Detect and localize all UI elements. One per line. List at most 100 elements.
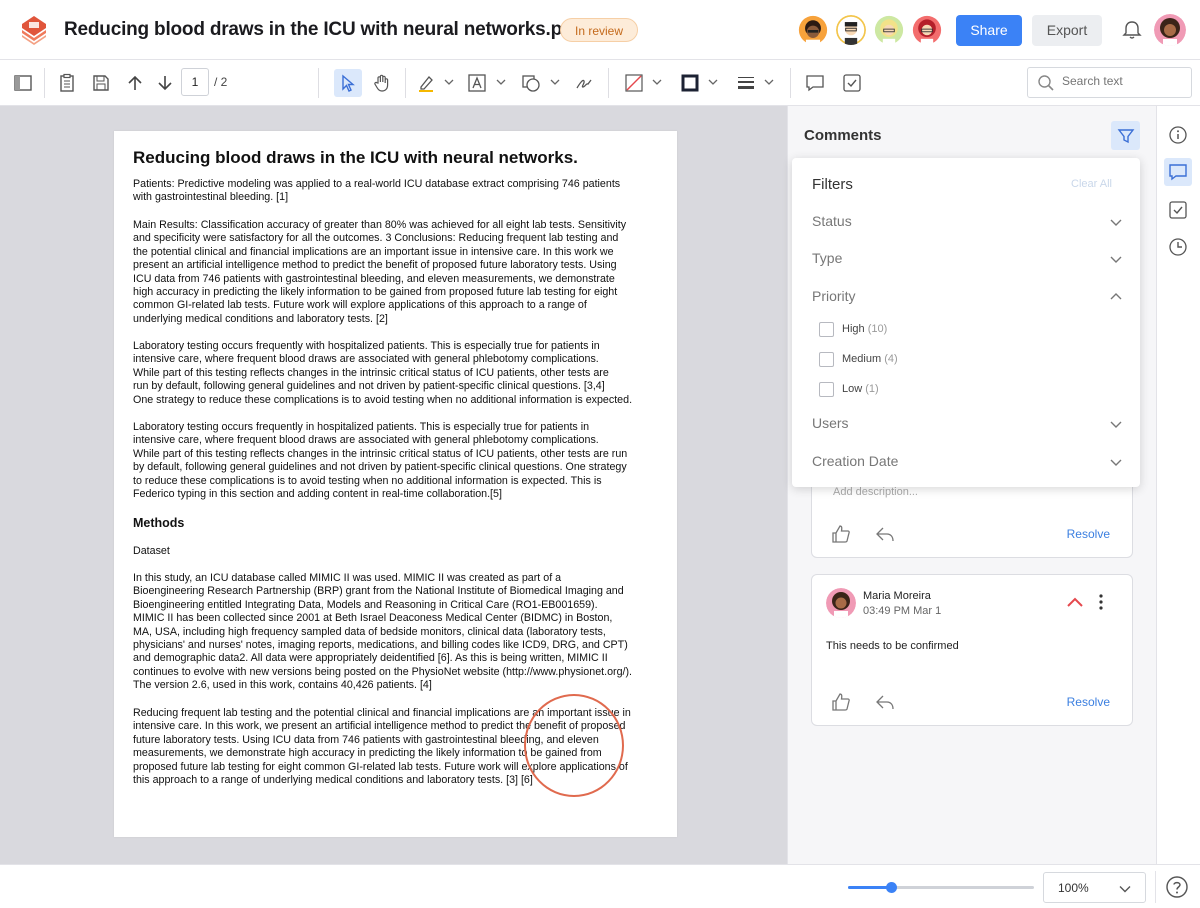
page-number-input[interactable]: 1 [181,68,209,96]
zoom-value: 100% [1058,881,1089,895]
search-text-box[interactable] [1027,67,1192,98]
bottom-bar: 100% [0,864,1200,908]
filter-users[interactable]: Users [812,413,1122,435]
pan-hand-icon[interactable] [368,69,396,97]
export-button[interactable]: Export [1032,15,1102,46]
thumbs-up-icon[interactable] [830,691,852,713]
paragraph: In this study, an ICU database called MI… [133,572,633,692]
checkbox[interactable] [819,382,834,397]
clear-all-link[interactable]: Clear All [1071,178,1112,190]
collaborator-avatar[interactable] [796,13,830,47]
app-logo-icon[interactable] [20,14,48,46]
filter-label: Status [812,213,852,229]
resolve-link[interactable]: Resolve [1067,695,1110,709]
collaborator-avatar[interactable] [910,13,944,47]
collaborator-avatar[interactable] [872,13,906,47]
document-viewer[interactable]: Reducing blood draws in the ICU with neu… [0,106,787,864]
collaborator-avatar[interactable] [834,13,868,47]
high-priority-icon[interactable] [1066,595,1084,609]
user-avatar[interactable] [1154,14,1186,46]
add-comment-icon[interactable] [801,69,829,97]
stroke-color-icon[interactable] [676,69,704,97]
comment-card[interactable]: Maria Moreira 03:49 PM Mar 1 This needs … [811,574,1133,726]
filter-label: Priority [812,288,856,304]
filter-creation-date[interactable]: Creation Date [812,451,1122,473]
filters-dropdown: Filters Clear All Status Type Priority H… [792,158,1140,487]
info-icon[interactable] [1164,121,1192,149]
notification-bell-icon[interactable] [1121,19,1143,41]
comments-title: Comments [804,127,882,144]
commenter-avatar [826,588,856,618]
more-options-icon[interactable] [1098,593,1104,611]
filter-icon [1117,128,1134,143]
fill-color-icon[interactable] [620,69,648,97]
option-label: High [842,323,865,335]
option-label: Medium [842,353,882,365]
paragraph: Main Results: Classification accuracy of… [133,219,627,325]
line-weight-icon[interactable] [732,69,760,97]
filter-type[interactable]: Type [812,248,1122,270]
paragraph: Patients: Predictive modeling was applie… [133,178,621,204]
filter-button[interactable] [1111,121,1140,150]
clipboard-icon[interactable] [53,69,81,97]
status-badge[interactable]: In review [560,18,639,42]
chevron-down-icon [1110,219,1122,226]
checkbox[interactable] [819,352,834,367]
chevron-down-icon[interactable] [496,77,506,87]
search-icon [1038,75,1054,91]
chevron-down-icon [1110,256,1122,263]
text-box-icon[interactable] [463,69,491,97]
comments-tab-icon[interactable] [1164,158,1192,186]
filter-status[interactable]: Status [812,211,1122,233]
help-icon[interactable] [1165,875,1189,899]
comment-card[interactable]: Add description... Resolve [811,476,1133,558]
subheading: Dataset [133,545,170,557]
zoom-slider[interactable] [848,882,1034,893]
section-heading: Methods [133,516,185,530]
search-input[interactable] [1062,74,1182,88]
chevron-down-icon[interactable] [550,77,560,87]
resolve-link[interactable]: Resolve [1067,527,1110,541]
document-heading: Reducing blood draws in the ICU with neu… [133,148,578,167]
document-title: Reducing blood draws in the ICU with neu… [64,19,580,40]
reply-icon[interactable] [874,691,896,713]
zoom-select[interactable]: 100% [1043,872,1146,903]
filter-label: Users [812,415,849,431]
chevron-up-icon [1110,293,1122,300]
chevron-down-icon[interactable] [652,77,662,87]
filter-label: Type [812,250,843,266]
add-task-icon[interactable] [838,69,866,97]
history-clock-icon[interactable] [1164,233,1192,261]
circle-annotation[interactable] [524,694,624,797]
chevron-down-icon[interactable] [444,77,454,87]
next-page-icon[interactable] [151,69,179,97]
filter-label: Creation Date [812,453,899,469]
zoom-slider-fill [848,886,891,889]
checkbox[interactable] [819,322,834,337]
reply-icon[interactable] [874,523,896,545]
freehand-signature-icon[interactable] [570,69,598,97]
select-tool-icon[interactable] [334,69,362,97]
chevron-down-icon[interactable] [708,77,718,87]
pdf-page[interactable]: Reducing blood draws in the ICU with neu… [114,131,677,837]
highlighter-icon[interactable] [412,69,440,97]
shapes-icon[interactable] [517,69,545,97]
chevron-down-icon [1119,886,1131,893]
sidebar-toggle-icon[interactable] [9,69,37,97]
description-input[interactable]: Add description... [833,486,918,498]
right-rail [1156,106,1200,864]
thumbs-up-icon[interactable] [830,523,852,545]
comment-author: Maria Moreira [863,590,931,602]
previous-page-icon[interactable] [121,69,149,97]
option-count: (10) [867,323,888,335]
option-count: (1) [865,383,879,395]
chevron-down-icon[interactable] [764,77,774,87]
comment-text: This needs to be confirmed [826,640,959,652]
chevron-down-icon [1110,459,1122,466]
filters-title: Filters [812,176,853,193]
save-icon[interactable] [87,69,115,97]
share-button[interactable]: Share [956,15,1022,46]
filter-priority[interactable]: Priority [812,286,1122,308]
zoom-slider-handle[interactable] [885,882,897,893]
tasks-tab-icon[interactable] [1164,196,1192,224]
